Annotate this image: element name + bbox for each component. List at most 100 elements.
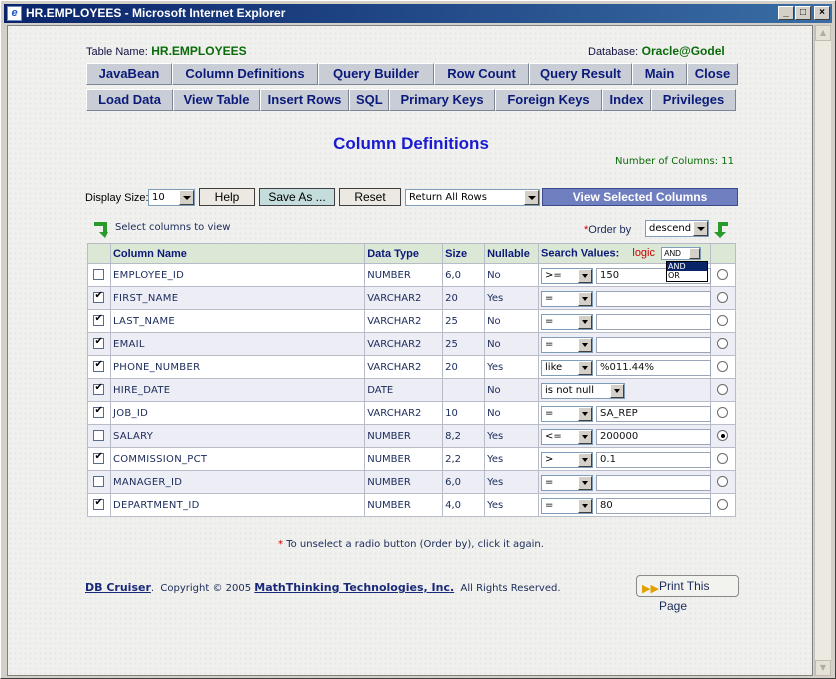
search-value-input[interactable]: SA_REP — [596, 405, 712, 422]
operator-select[interactable]: = — [541, 336, 594, 353]
operator-select[interactable]: <= — [541, 428, 594, 445]
search-value-input[interactable]: 200000 — [596, 428, 712, 445]
chevron-down-icon — [578, 268, 593, 283]
scroll-up-icon[interactable]: ▲ — [815, 25, 831, 41]
column-size: 6,0 — [442, 470, 486, 494]
order-by-radio[interactable] — [717, 407, 729, 419]
column-name: DEPARTMENT_ID — [109, 493, 366, 517]
close-window-button[interactable]: × — [814, 6, 830, 20]
chevron-down-icon — [578, 291, 593, 306]
table-row: HIRE_DATEDATE No is not null — [87, 378, 737, 402]
view-selected-columns-button[interactable]: View Selected Columns — [542, 188, 738, 206]
nav-query-builder[interactable]: Query Builder — [318, 63, 434, 85]
table-row: EMAILVARCHAR225No = — [87, 332, 737, 356]
column-size: 20 — [442, 286, 486, 310]
order-by-radio[interactable] — [717, 292, 729, 304]
column-checkbox[interactable] — [93, 430, 105, 442]
print-page-button[interactable]: ▶▶ Print This Page — [636, 575, 739, 613]
column-checkbox[interactable] — [93, 405, 105, 419]
scroll-down-icon[interactable]: ▼ — [815, 660, 831, 676]
column-checkbox[interactable] — [93, 451, 105, 465]
maththinking-link[interactable]: MathThinking Technologies, Inc. — [254, 581, 454, 594]
data-type: VARCHAR2 — [364, 286, 444, 310]
page-title: Column Definitions — [333, 134, 489, 153]
return-rows-select[interactable]: Return All Rows — [405, 189, 540, 206]
order-by-label-wrap: *Order by — [584, 224, 631, 236]
maximize-button[interactable]: □ — [795, 6, 811, 20]
search-values-cell: = — [538, 286, 712, 310]
order-by-radio[interactable] — [717, 453, 729, 465]
search-value-input[interactable]: 80 — [596, 497, 712, 514]
reset-button[interactable]: Reset — [339, 188, 401, 206]
db-cruiser-link[interactable]: DB Cruiser — [85, 581, 151, 594]
operator-select[interactable]: is not null — [541, 382, 626, 399]
nav-column-definitions[interactable]: Column Definitions — [172, 63, 318, 85]
page-content: Table Name: HR.EMPLOYEES Database: Oracl… — [7, 25, 813, 676]
nav-primary-keys[interactable]: Primary Keys — [389, 89, 495, 111]
nav-close[interactable]: Close — [687, 63, 738, 85]
column-checkbox[interactable] — [93, 290, 105, 304]
column-size: 25 — [442, 309, 486, 333]
display-size-label: Display Size: — [85, 192, 149, 204]
order-by-radio[interactable] — [717, 384, 729, 396]
order-by-radio[interactable] — [717, 430, 729, 442]
minimize-button[interactable]: _ — [778, 6, 794, 20]
column-checkbox[interactable] — [93, 359, 105, 373]
logic-select[interactable]: AND — [661, 247, 702, 260]
order-by-cell — [709, 424, 737, 448]
order-by-radio[interactable] — [717, 476, 729, 488]
operator-select[interactable]: = — [541, 497, 594, 514]
save-as-button[interactable]: Save As ... — [259, 188, 335, 206]
nav-javabean[interactable]: JavaBean — [86, 63, 172, 85]
order-by-value: descend — [649, 223, 692, 234]
operator-value: = — [545, 407, 554, 419]
logic-dropdown-list[interactable]: AND OR — [666, 261, 708, 282]
operator-select[interactable]: = — [541, 290, 594, 307]
nav-index[interactable]: Index — [602, 89, 651, 111]
nav-main[interactable]: Main — [632, 63, 687, 85]
operator-select[interactable]: like — [541, 359, 594, 376]
operator-select[interactable]: >= — [541, 267, 594, 284]
logic-option-or[interactable]: OR — [667, 271, 707, 280]
operator-select[interactable]: = — [541, 405, 594, 422]
column-checkbox[interactable] — [93, 269, 105, 281]
operator-select[interactable]: = — [541, 313, 594, 330]
search-value-input[interactable]: 0.1 — [596, 451, 712, 468]
order-by-select[interactable]: descend — [645, 220, 709, 237]
help-button[interactable]: Help — [199, 188, 255, 206]
return-rows-value: Return All Rows — [409, 192, 487, 203]
search-value-input[interactable] — [596, 313, 712, 330]
search-values-cell: like %011.44% — [538, 355, 712, 379]
column-checkbox[interactable] — [93, 313, 105, 327]
column-checkbox[interactable] — [93, 476, 105, 488]
search-value-input[interactable] — [596, 336, 712, 353]
operator-select[interactable]: > — [541, 451, 594, 468]
nav-view-table[interactable]: View Table — [173, 89, 260, 111]
nav-row-count[interactable]: Row Count — [434, 63, 529, 85]
search-value-input[interactable] — [596, 290, 712, 307]
title-bar: e HR.EMPLOYEES - Microsoft Internet Expl… — [4, 4, 832, 23]
operator-select[interactable]: = — [541, 474, 594, 491]
search-value-input[interactable]: %011.44% — [596, 359, 712, 376]
search-value-input[interactable] — [596, 474, 712, 491]
column-name: PHONE_NUMBER — [109, 355, 366, 379]
order-by-radio[interactable] — [717, 361, 729, 373]
nav-load-data[interactable]: Load Data — [86, 89, 173, 111]
nav-foreign-keys[interactable]: Foreign Keys — [495, 89, 602, 111]
display-size-select[interactable]: 10 — [148, 189, 195, 206]
nav-query-result[interactable]: Query Result — [529, 63, 632, 85]
column-checkbox[interactable] — [93, 382, 105, 396]
order-by-radio[interactable] — [717, 338, 729, 350]
logic-option-and[interactable]: AND — [667, 262, 707, 271]
order-by-radio[interactable] — [717, 315, 729, 327]
column-checkbox[interactable] — [93, 336, 105, 350]
order-by-radio[interactable] — [717, 269, 729, 281]
vertical-scrollbar[interactable]: ▲ ▼ — [814, 25, 831, 676]
column-checkbox[interactable] — [93, 497, 105, 511]
nav-privileges[interactable]: Privileges — [651, 89, 736, 111]
nav-insert-rows[interactable]: Insert Rows — [260, 89, 349, 111]
order-by-radio[interactable] — [717, 499, 729, 511]
search-values-cell: = — [538, 309, 712, 333]
header-nullable: Nullable — [484, 243, 540, 264]
nav-sql[interactable]: SQL — [349, 89, 389, 111]
